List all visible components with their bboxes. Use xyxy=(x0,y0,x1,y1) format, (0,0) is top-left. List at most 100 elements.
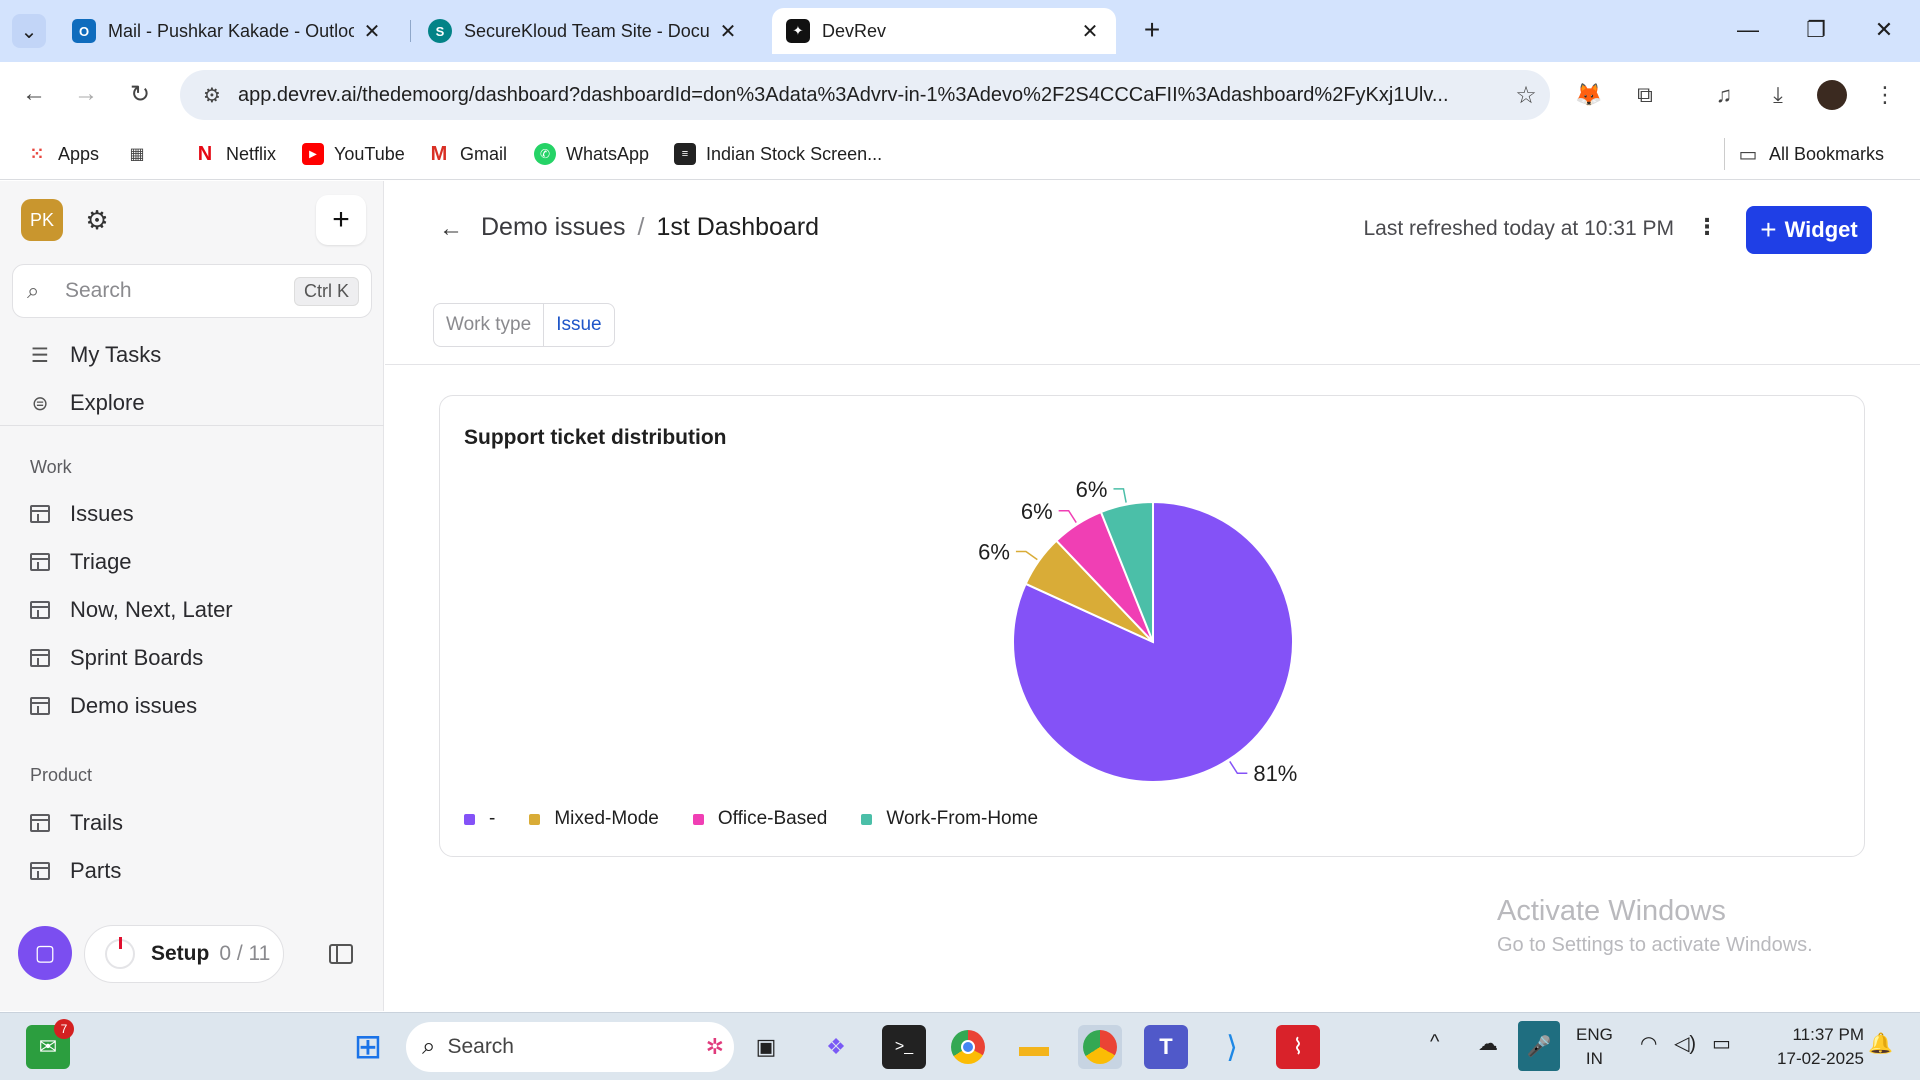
filter-issue[interactable]: Issue xyxy=(543,304,613,346)
gear-icon[interactable]: ⚙ xyxy=(78,201,116,239)
vscode-icon[interactable]: ⟩ xyxy=(1210,1025,1254,1069)
apps-grid-icon: ⁙ xyxy=(30,146,44,163)
sidebar-item-explore[interactable]: ⊜ Explore xyxy=(28,383,145,423)
bookmark-label: All Bookmarks xyxy=(1769,143,1885,164)
create-new-button[interactable]: + xyxy=(316,195,366,245)
metamask-fox-icon[interactable]: 🦊 xyxy=(1570,76,1608,114)
setup-progress-button[interactable]: Setup 0 / 11 xyxy=(84,925,284,983)
input-language-indicator[interactable]: ENG IN xyxy=(1576,1023,1613,1071)
taskbar-search-input[interactable]: ⌕ Search ✲ xyxy=(406,1022,734,1072)
bookmark-indian-stock-screener[interactable]: ≡ Indian Stock Screen... xyxy=(674,138,882,170)
add-widget-button[interactable]: + Widget xyxy=(1746,206,1872,254)
bookmark-all-bookmarks[interactable]: ▭ All Bookmarks xyxy=(1724,138,1884,170)
url-text[interactable]: app.devrev.ai/thedemoorg/dashboard?dashb… xyxy=(232,84,1502,107)
sidebar-item-sprint-boards[interactable]: Sprint Boards xyxy=(28,638,203,678)
extensions-puzzle-icon[interactable]: ⧉ xyxy=(1626,76,1664,114)
sidebar-item-parts[interactable]: Parts xyxy=(28,851,121,891)
tray-overflow-chevron-icon[interactable]: ^ xyxy=(1430,1031,1439,1054)
tab-outlook[interactable]: O Mail - Pushkar Kakade - Outlook ✕ xyxy=(58,8,398,54)
devrev-icon: ✦ xyxy=(786,19,810,43)
bookmark-label: Netflix xyxy=(226,143,277,164)
minimize-icon[interactable]: — xyxy=(1728,12,1768,48)
reload-icon[interactable]: ↻ xyxy=(120,74,160,114)
onedrive-icon[interactable]: ☁ xyxy=(1478,1031,1498,1056)
slice-value-label: 6% xyxy=(1076,477,1108,502)
restore-icon[interactable]: ❐ xyxy=(1796,12,1836,48)
acrobat-icon[interactable]: ⌇ xyxy=(1276,1025,1320,1069)
bookmark-star-icon[interactable]: ☆ xyxy=(1502,81,1550,110)
slice-leader-line xyxy=(1058,510,1077,523)
notification-bell-icon[interactable]: 🔔 xyxy=(1868,1031,1893,1056)
battery-icon[interactable]: ▭ xyxy=(1712,1031,1731,1056)
tab-groups-icon[interactable]: ▦ xyxy=(126,138,158,170)
mail-app-icon[interactable]: ✉ 7 xyxy=(26,1019,74,1069)
volume-icon[interactable]: ◁) xyxy=(1674,1031,1696,1056)
legend-swatch xyxy=(464,813,475,825)
chrome-profile-icon[interactable] xyxy=(1078,1025,1122,1069)
file-explorer-icon[interactable]: ▬ xyxy=(1012,1025,1056,1069)
chat-bubble-button[interactable]: ▢ xyxy=(18,926,72,980)
bookmark-whatsapp[interactable]: ✆ WhatsApp xyxy=(534,138,649,170)
tab-devrev[interactable]: ✦ DevRev ✕ xyxy=(772,8,1116,54)
browser-menu-icon[interactable]: ⋮ xyxy=(1866,76,1904,114)
search-icon: ⌕ xyxy=(422,1033,436,1060)
close-tab-icon[interactable]: ✕ xyxy=(716,19,740,44)
more-options-icon[interactable]: ⋮ xyxy=(1687,205,1727,249)
legend-item[interactable]: Work-From-Home xyxy=(861,808,1038,830)
microphone-icon[interactable]: 🎤 xyxy=(1518,1021,1560,1071)
sidebar-item-now-next-later[interactable]: Now, Next, Later xyxy=(28,590,233,630)
avatar[interactable]: PK xyxy=(21,199,63,241)
window-close-icon[interactable]: ✕ xyxy=(1864,12,1904,48)
profile-avatar[interactable] xyxy=(1813,76,1851,114)
teams-icon[interactable]: T xyxy=(1144,1025,1188,1069)
search-placeholder: Search xyxy=(65,279,132,302)
last-refreshed-text: Last refreshed today at 10:31 PM xyxy=(1363,217,1674,240)
search-shortcut-badge: Ctrl K xyxy=(294,276,359,306)
close-tab-icon[interactable]: ✕ xyxy=(1078,19,1102,44)
close-tab-icon[interactable]: ✕ xyxy=(360,19,384,44)
new-tab-plus-icon[interactable]: + xyxy=(1134,12,1170,48)
tab-sharepoint[interactable]: S SecureKloud Team Site - Documents ✕ xyxy=(414,8,754,54)
system-clock[interactable]: 11:37 PM 17-02-2025 xyxy=(1754,1023,1864,1071)
sidebar-item-triage[interactable]: Triage xyxy=(28,542,132,582)
legend-item[interactable]: Office-Based xyxy=(692,808,827,830)
bookmark-netflix[interactable]: N Netflix xyxy=(194,138,276,170)
copilot-icon[interactable]: ❖ xyxy=(814,1025,858,1069)
slice-value-label: 6% xyxy=(978,540,1010,565)
bookmark-apps[interactable]: ⁙ Apps xyxy=(26,138,99,170)
legend-item[interactable]: Mixed-Mode xyxy=(529,808,659,830)
terminal-icon[interactable]: >_ xyxy=(882,1025,926,1069)
back-arrow-icon[interactable]: ← xyxy=(14,74,54,114)
address-bar[interactable]: ⚙ app.devrev.ai/thedemoorg/dashboard?das… xyxy=(180,70,1550,120)
media-controls-icon[interactable]: ♫ xyxy=(1705,76,1743,114)
sidebar-item-issues[interactable]: Issues xyxy=(28,494,134,534)
windows-start-icon[interactable]: ⊞ xyxy=(346,1025,390,1069)
filter-work-type[interactable]: Work type xyxy=(434,304,543,346)
forward-arrow-icon[interactable]: → xyxy=(66,74,106,114)
sidebar-item-label: Issues xyxy=(70,501,134,526)
bookmark-youtube[interactable]: ▶ YouTube xyxy=(302,138,405,170)
explore-icon: ⊜ xyxy=(31,392,49,415)
wifi-icon[interactable]: ◠ xyxy=(1640,1031,1657,1056)
task-view-icon[interactable]: ▣ xyxy=(744,1025,788,1069)
legend-label: - xyxy=(489,808,496,829)
site-settings-icon[interactable]: ⚙ xyxy=(192,83,232,108)
breadcrumb-parent-link[interactable]: Demo issues xyxy=(481,213,626,242)
bookmarks-bar: ⁙ Apps ▦ N Netflix ▶ YouTube M Gmail ✆ W… xyxy=(0,128,1920,180)
sidebar-item-demo-issues[interactable]: Demo issues xyxy=(28,686,197,726)
breadcrumb-separator: / xyxy=(637,213,645,241)
legend-item[interactable]: - xyxy=(464,808,495,830)
bookmark-label: YouTube xyxy=(334,143,405,164)
download-icon[interactable]: ⤓ xyxy=(1759,76,1797,114)
pie-chart: 81% 6% 6% 6% xyxy=(978,477,1297,786)
filter-bar: Work type Issue xyxy=(433,303,615,347)
collapse-sidebar-icon[interactable] xyxy=(326,939,356,969)
sidebar-search-input[interactable]: ⌕ Search Ctrl K xyxy=(12,264,372,318)
sidebar-item-trails[interactable]: Trails xyxy=(28,803,123,843)
sidebar-item-my-tasks[interactable]: ☰ My Tasks xyxy=(28,335,161,375)
chrome-icon[interactable] xyxy=(946,1025,990,1069)
tab-search-chevron-icon[interactable]: ⌄ xyxy=(12,14,46,48)
back-arrow-icon[interactable]: ← xyxy=(439,215,463,243)
bookmark-gmail[interactable]: M Gmail xyxy=(428,138,507,170)
legend-swatch xyxy=(529,813,541,825)
